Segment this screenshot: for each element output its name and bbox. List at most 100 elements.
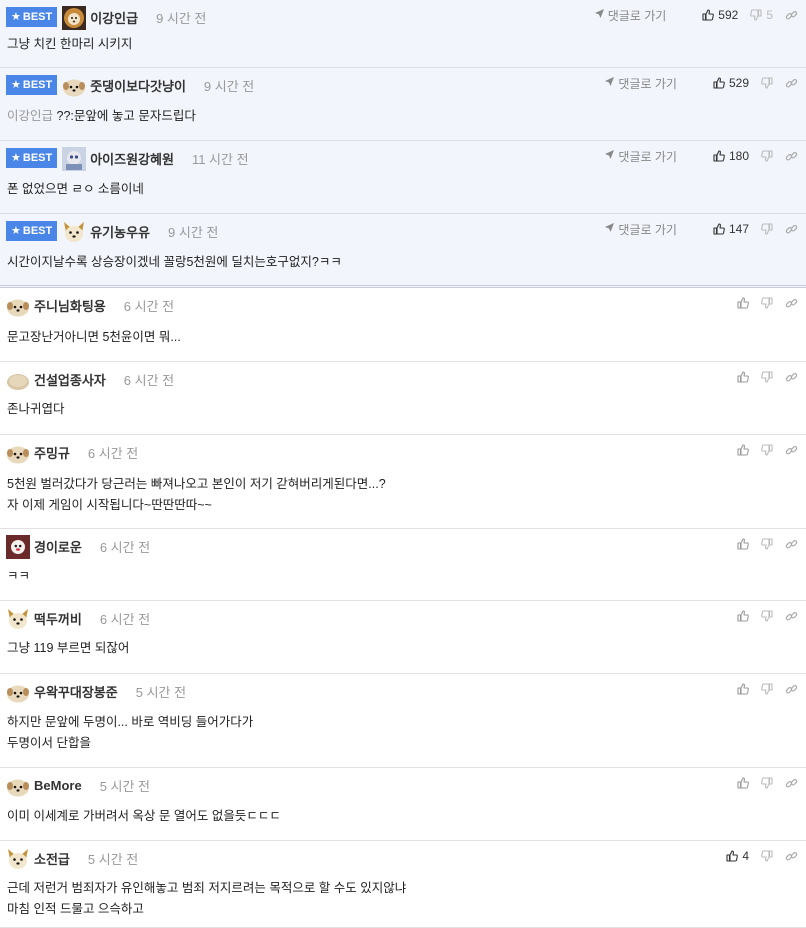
avatar[interactable] [6, 774, 30, 797]
comment-line: 마침 인적 드물고 으슥하고 [7, 899, 406, 920]
avatar[interactable] [62, 6, 87, 30]
share-link-button[interactable] [785, 297, 798, 310]
link-icon [785, 9, 798, 22]
avatar[interactable] [6, 441, 30, 464]
goto-comment-link[interactable]: 댓글로 가기 [594, 7, 666, 24]
like-button[interactable] [737, 371, 749, 383]
dislike-button[interactable]: 5 [750, 8, 773, 22]
share-link-button[interactable] [785, 9, 798, 22]
reply-mention[interactable]: 이강인급 [7, 109, 53, 123]
star-icon: ★ [11, 79, 21, 91]
like-button[interactable]: 180 [713, 149, 749, 163]
like-button[interactable]: 529 [713, 76, 749, 90]
comment-text: 그냥 치킨 한마리 시키지 [7, 37, 133, 51]
share-link-button[interactable] [785, 777, 798, 790]
username[interactable]: 건설업종사자 [34, 370, 106, 389]
like-button[interactable] [737, 538, 749, 550]
comment-header: ★ BEST 이강인급 9 시간 전 [6, 6, 206, 30]
dislike-button[interactable] [761, 683, 773, 695]
timestamp: 9 시간 전 [168, 224, 219, 240]
avatar[interactable] [6, 368, 30, 390]
username[interactable]: 이강인급 [90, 8, 138, 27]
avatar[interactable] [6, 680, 30, 703]
goto-comment-link[interactable]: 댓글로 가기 [604, 221, 677, 238]
dislike-button[interactable] [761, 77, 773, 89]
thumbs-up-icon [737, 444, 749, 456]
thumbs-down-icon [761, 223, 773, 235]
like-button[interactable]: 147 [713, 222, 749, 236]
link-icon [785, 538, 798, 551]
avatar[interactable] [6, 294, 30, 317]
share-link-button[interactable] [785, 850, 798, 863]
comment-text: 이미 이세계로 가버려서 옥상 문 열어도 없을듯ㄷㄷㄷ [7, 809, 281, 823]
share-link-button[interactable] [785, 371, 798, 384]
comment-body: 시간이지날수록 상승장이겠네 꼴랑5천원에 딜치는호구없지?ㅋㅋ [7, 252, 342, 273]
comment-body: 하지만 문앞에 두명이... 바로 역비딩 들어가다가 두명이서 단합을 [7, 712, 253, 754]
goto-comment-link[interactable]: 댓글로 가기 [604, 148, 677, 165]
username[interactable]: 줏댕이보다갓냥이 [90, 76, 186, 95]
share-link-button[interactable] [785, 444, 798, 457]
comment-actions [725, 774, 798, 792]
dislike-button[interactable] [761, 150, 773, 162]
username[interactable]: 경이로운 [34, 537, 82, 556]
username[interactable]: 아이즈원강혜원 [90, 149, 174, 168]
avatar[interactable] [62, 147, 87, 171]
avatar[interactable] [6, 607, 30, 629]
goto-comment-link[interactable]: 댓글로 가기 [604, 75, 677, 92]
share-link-button[interactable] [785, 150, 798, 163]
goto-label: 댓글로 가기 [618, 76, 677, 91]
share-link-button[interactable] [785, 77, 798, 90]
like-button[interactable] [737, 683, 749, 695]
star-icon: ★ [11, 225, 21, 237]
arrow-icon [604, 222, 618, 236]
like-button[interactable]: 4 [726, 849, 749, 863]
username[interactable]: 소전급 [34, 849, 70, 868]
like-button[interactable] [737, 610, 749, 622]
avatar[interactable] [6, 847, 30, 869]
best-badge: ★ BEST [6, 221, 58, 241]
timestamp: 5 시간 전 [99, 778, 151, 794]
share-link-button[interactable] [785, 538, 798, 551]
dislike-button[interactable] [761, 850, 773, 862]
username[interactable]: 주밍규 [34, 443, 70, 462]
username[interactable]: 주니님화팅용 [34, 296, 106, 315]
timestamp: 11 시간 전 [191, 151, 249, 167]
thumbs-down-icon [761, 444, 773, 456]
username[interactable]: 유기농우유 [90, 222, 150, 241]
avatar[interactable] [62, 74, 86, 97]
timestamp: 6 시간 전 [123, 298, 175, 314]
comment-actions: 댓글로 가기 180 [604, 147, 798, 165]
dislike-button[interactable] [761, 444, 773, 456]
link-icon [785, 683, 798, 696]
dislike-button[interactable] [761, 223, 773, 235]
like-button[interactable] [737, 297, 749, 309]
username[interactable]: BeMore [34, 778, 82, 793]
comment-body: 존나귀엽다 [7, 399, 65, 420]
comment: BeMore 5 시간 전이미 이세계로 가버려서 옥상 문 열어도 없을듯ㄷㄷㄷ [0, 768, 806, 841]
avatar[interactable] [62, 220, 86, 242]
comment-text: ㅋㅋ [7, 569, 31, 583]
comment-text: 근데 저런거 범죄자가 유인해놓고 범죄 저지르려는 목적으로 할 수도 있지않… [7, 881, 407, 895]
like-button[interactable] [737, 777, 749, 789]
avatar[interactable] [6, 535, 30, 559]
share-link-button[interactable] [785, 223, 798, 236]
dislike-button[interactable] [761, 371, 773, 383]
like-button[interactable]: 592 [702, 8, 738, 22]
timestamp: 6 시간 전 [99, 611, 151, 627]
dislike-count: 5 [766, 8, 773, 22]
username[interactable]: 우왁꾸대장봉준 [34, 682, 118, 701]
comment-body: 그냥 119 부르면 되잖어 [7, 638, 129, 659]
dislike-button[interactable] [761, 777, 773, 789]
dislike-button[interactable] [761, 538, 773, 550]
comment-line: 이미 이세계로 가버려서 옥상 문 열어도 없을듯ㄷㄷㄷ [7, 806, 281, 827]
thumbs-up-icon [737, 610, 749, 622]
share-link-button[interactable] [785, 610, 798, 623]
comment-header: ★ BEST 아이즈원강혜원 11 시간 전 [6, 147, 249, 171]
dislike-button[interactable] [761, 610, 773, 622]
dislike-button[interactable] [761, 297, 773, 309]
like-button[interactable] [737, 444, 749, 456]
comment-line: 5천원 벌러갔다가 당근러는 빠져나오고 본인이 저기 갇혀버리게된다면...? [7, 474, 386, 495]
share-link-button[interactable] [785, 683, 798, 696]
username[interactable]: 떡두꺼비 [34, 609, 82, 628]
comment-actions [725, 368, 798, 386]
